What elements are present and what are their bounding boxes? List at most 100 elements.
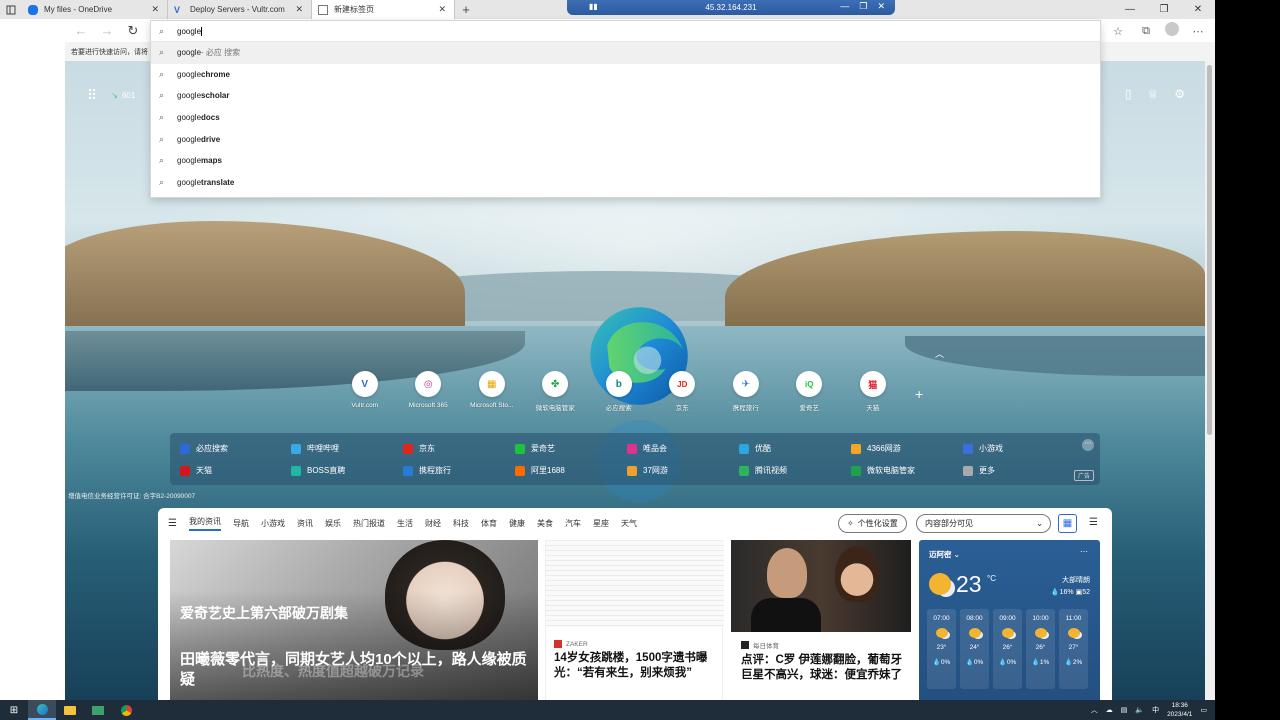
- panel-options-icon[interactable]: ⋯: [1082, 439, 1094, 451]
- suggestion-item[interactable]: ⌕ google drive: [151, 128, 1100, 150]
- personalize-button[interactable]: ✧ 个性化设置: [838, 514, 907, 533]
- tab-onedrive[interactable]: My files - OneDrive ✕: [22, 0, 168, 19]
- panel-link[interactable]: 更多: [963, 465, 995, 476]
- weather-city[interactable]: 迈阿密 ⌄: [929, 549, 960, 560]
- rewards-icon[interactable]: ♕: [1147, 87, 1158, 101]
- collections-icon[interactable]: ⧉: [1137, 22, 1155, 40]
- profile-avatar[interactable]: [1165, 22, 1179, 36]
- news-card-hero[interactable]: 爱奇艺史上第六部破万剧集 比热度、热度值超越破万记录 田曦薇零代言，同期女艺人均…: [170, 540, 538, 700]
- news-card[interactable]: ZAKER 14岁女孩跳楼，1500字遗书曝光：“若有来生，别来烦我”: [545, 540, 724, 700]
- quick-link[interactable]: JD 京东: [651, 371, 715, 412]
- favorites-icon[interactable]: ☆: [1109, 22, 1127, 40]
- server-manager-icon[interactable]: [84, 700, 112, 720]
- feed-tab[interactable]: 健康: [509, 518, 525, 529]
- panel-link[interactable]: 阿里1688: [515, 465, 565, 476]
- feed-tab[interactable]: 财经: [425, 518, 441, 529]
- close-icon[interactable]: ✕: [295, 4, 303, 15]
- tab-actions-menu[interactable]: [0, 0, 22, 19]
- panel-link[interactable]: 腾讯视频: [739, 465, 787, 476]
- panel-link[interactable]: 4366网游: [851, 443, 901, 454]
- close-icon[interactable]: ✕: [151, 4, 159, 15]
- address-input[interactable]: google: [177, 27, 201, 36]
- quick-link[interactable]: ✈ 携程旅行: [714, 371, 778, 412]
- app-launcher-icon[interactable]: ⠿: [87, 87, 97, 104]
- feed-tab[interactable]: 科技: [453, 518, 469, 529]
- feed-tab[interactable]: 汽车: [565, 518, 581, 529]
- feed-tab[interactable]: 天气: [621, 518, 637, 529]
- cloud-icon[interactable]: ☁: [1106, 706, 1113, 714]
- edge-taskbar-icon[interactable]: [28, 700, 56, 720]
- suggestion-item[interactable]: ⌕ google docs: [151, 107, 1100, 129]
- notifications-icon[interactable]: ▭: [1200, 706, 1207, 714]
- feed-tab[interactable]: 娱乐: [325, 518, 341, 529]
- quick-link[interactable]: ◎ Microsoft 365: [397, 371, 461, 412]
- maximize-icon[interactable]: ❐: [1147, 0, 1181, 19]
- panel-link[interactable]: 微软电脑管家: [851, 465, 915, 476]
- chrome-taskbar-icon[interactable]: [112, 700, 140, 720]
- feed-tab[interactable]: 导航: [233, 518, 249, 529]
- minimize-icon[interactable]: —: [1113, 0, 1147, 19]
- file-explorer-icon[interactable]: [56, 700, 84, 720]
- collapse-chevron-icon[interactable]: ︿: [935, 347, 944, 360]
- panel-link[interactable]: 37网游: [627, 465, 668, 476]
- grid-view-icon[interactable]: ▦: [1058, 514, 1077, 533]
- quick-link[interactable]: iQ 爱奇艺: [778, 371, 842, 412]
- more-menu-icon[interactable]: ⋯: [1189, 22, 1207, 40]
- panel-link[interactable]: 小游戏: [963, 443, 1003, 454]
- suggestion-item[interactable]: ⌕ google scholar: [151, 85, 1100, 107]
- add-quick-link-icon[interactable]: +: [915, 386, 923, 402]
- page-scrollbar[interactable]: [1205, 61, 1215, 700]
- news-card[interactable]: 每日体育 点评：C罗 伊莲娜翻脸，葡萄牙巨星不高兴，球迷：便宜乔妹了: [731, 540, 911, 700]
- panel-link[interactable]: BOSS直聘: [291, 465, 345, 476]
- panel-link[interactable]: 京东: [403, 443, 435, 454]
- panel-link[interactable]: 优酷: [739, 443, 771, 454]
- feed-tab[interactable]: 热门报道: [353, 518, 385, 529]
- panel-link[interactable]: 必应搜索: [180, 443, 228, 454]
- ime-indicator[interactable]: 中: [1152, 705, 1159, 715]
- feed-tab[interactable]: 资讯: [297, 518, 313, 529]
- mobile-icon[interactable]: ▯: [1125, 87, 1132, 101]
- close-icon[interactable]: ✕: [438, 4, 446, 15]
- address-bar[interactable]: ⌕ google: [151, 21, 1100, 42]
- refresh-icon[interactable]: ↻: [120, 23, 146, 39]
- clock[interactable]: 18:36 2023/4/1: [1167, 701, 1192, 719]
- feed-tab[interactable]: 我的资讯: [188, 516, 221, 531]
- close-icon[interactable]: ✕: [877, 1, 885, 12]
- suggestion-item[interactable]: ⌕ google - 必应 搜索: [151, 42, 1100, 64]
- forward-icon[interactable]: →: [94, 23, 120, 38]
- menu-icon[interactable]: ☰: [168, 518, 177, 529]
- restore-icon[interactable]: ❐: [859, 1, 867, 12]
- feed-tab[interactable]: 生活: [397, 518, 413, 529]
- more-options-icon[interactable]: ⋯: [1080, 547, 1088, 556]
- network-icon[interactable]: ▤: [1121, 706, 1128, 714]
- quick-link[interactable]: 猫天猫: [841, 371, 905, 412]
- feed-tab[interactable]: 体育: [481, 518, 497, 529]
- tab-new-tab[interactable]: 新建标签页 ✕: [312, 0, 455, 19]
- feed-tab[interactable]: 美食: [537, 518, 553, 529]
- quick-link[interactable]: ✤ 微软电脑管家: [524, 371, 588, 412]
- suggestion-item[interactable]: ⌕ google translate: [151, 172, 1100, 194]
- suggestion-item[interactable]: ⌕ google maps: [151, 150, 1100, 172]
- tab-vultr[interactable]: V Deploy Servers - Vultr.com ✕: [168, 0, 312, 19]
- feed-tab[interactable]: 星座: [593, 518, 609, 529]
- chevron-up-icon[interactable]: ︿: [1091, 705, 1098, 715]
- weather-card[interactable]: 迈阿密 ⌄ ⋯ 23 °C 大部晴朗 💧16% ▣52 07:00 23° 💧0% …: [919, 540, 1100, 700]
- quick-link[interactable]: ▦ Microsoft Sto...: [460, 371, 524, 412]
- minimize-icon[interactable]: —: [840, 1, 849, 12]
- suggestion-item[interactable]: ⌕ google chrome: [151, 64, 1100, 86]
- panel-link[interactable]: 天猫: [180, 465, 212, 476]
- feed-tab[interactable]: 小游戏: [261, 518, 285, 529]
- stock-ticker[interactable]: ↘ 601: [111, 91, 135, 100]
- back-icon[interactable]: ←: [68, 23, 94, 38]
- settings-gear-icon[interactable]: ⚙: [1174, 87, 1185, 101]
- list-view-icon[interactable]: ☰: [1084, 514, 1103, 533]
- content-visibility-select[interactable]: 内容部分可见 ⌄: [916, 514, 1051, 533]
- panel-link[interactable]: 爱奇艺: [515, 443, 555, 454]
- windows-start-icon[interactable]: ⊞: [0, 700, 28, 720]
- new-tab-button[interactable]: +: [455, 2, 477, 17]
- quick-link[interactable]: V Vultr.com: [333, 371, 397, 412]
- close-window-icon[interactable]: ✕: [1181, 0, 1215, 19]
- quick-link[interactable]: b 必应搜索: [587, 371, 651, 412]
- volume-icon[interactable]: 🔈: [1135, 706, 1144, 714]
- panel-link[interactable]: 携程旅行: [403, 465, 451, 476]
